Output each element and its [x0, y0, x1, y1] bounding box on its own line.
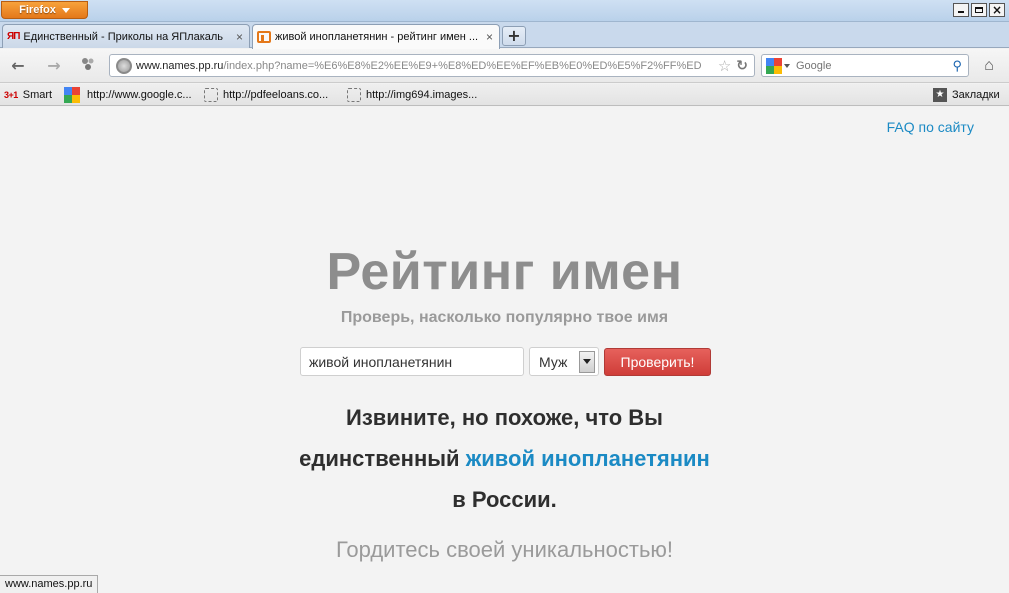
search-icon[interactable]: ⚲: [952, 58, 962, 74]
proud-message: Гордитесь своей уникальностью!: [335, 537, 674, 562]
bookmark-label: http://img694.images...: [366, 89, 478, 101]
minimize-button[interactable]: [953, 3, 969, 17]
result-name: живой инопланетянин: [465, 446, 710, 471]
bookmark-img694[interactable]: http://img694.images...: [347, 87, 477, 103]
tab-strip: ЯП Единственный - Приколы на ЯПлакаль × …: [0, 22, 1009, 49]
url-text: www.names.pp.ru/index.php?name=%E6%E8%E2…: [136, 60, 715, 72]
status-bar: www.names.pp.ru: [0, 575, 99, 593]
chevron-down-icon: [61, 7, 70, 13]
reload-icon[interactable]: ↻: [736, 58, 748, 74]
result-message: Извините, но похоже, что Вы единственный…: [0, 397, 1009, 520]
yaplakal-favicon-icon: ЯП: [7, 31, 20, 42]
google-icon: [64, 87, 80, 103]
smart-logo-icon: 3+1: [4, 90, 18, 100]
navigation-bar: ← → www.names.pp.ru/index.php?name=%E6%E…: [0, 49, 1009, 83]
globe-icon: [116, 57, 132, 74]
firefox-menu-button[interactable]: Firefox: [1, 1, 88, 19]
bookmarks-star-icon: ★: [933, 88, 947, 102]
bookmark-label: Smart: [22, 89, 53, 101]
bookmarks-bar: 3+1 Smart http://www.google.c... http://…: [0, 84, 1009, 106]
result-prefix: единственный: [299, 446, 460, 471]
bookmark-smart[interactable]: 3+1 Smart: [4, 87, 52, 103]
bookmark-label: http://www.google.c...: [87, 89, 192, 101]
tab-names[interactable]: живой инопланетянин - рейтинг имен ... ×: [252, 24, 500, 49]
firefox-menu-label: Firefox: [19, 4, 56, 16]
name-input[interactable]: [300, 347, 524, 376]
forward-arrow-icon[interactable]: →: [44, 56, 64, 76]
close-tab-icon[interactable]: ×: [486, 30, 493, 44]
extension-icon[interactable]: [78, 56, 98, 76]
gender-select[interactable]: Муж: [529, 347, 599, 376]
faq-link[interactable]: FAQ по сайту: [887, 119, 974, 135]
url-host: www.names.pp.ru: [136, 59, 224, 72]
new-tab-button[interactable]: +: [502, 26, 526, 46]
close-window-button[interactable]: ×: [989, 3, 1005, 17]
google-icon: [766, 57, 782, 74]
result-line-1: Извините, но похоже, что Вы: [346, 405, 663, 430]
address-bar[interactable]: www.names.pp.ru/index.php?name=%E6%E8%E2…: [109, 54, 755, 77]
bookmark-pdfeeloans[interactable]: http://pdfeeloans.co...: [204, 87, 328, 103]
window-controls: ×: [953, 3, 1005, 17]
name-check-form: Муж Проверить!: [300, 347, 711, 376]
page-title: Рейтинг имен: [326, 243, 683, 301]
page-icon: [204, 88, 218, 102]
result-line-2: единственный живой инопланетянин: [0, 438, 1009, 479]
bookmark-label: http://pdfeeloans.co...: [223, 89, 329, 101]
bookmark-star-icon[interactable]: ☆: [718, 57, 731, 75]
tab-label: живой инопланетянин - рейтинг имен ...: [275, 31, 479, 43]
bookmark-google[interactable]: http://www.google.c...: [60, 87, 192, 103]
search-bar[interactable]: ⚲: [761, 54, 969, 77]
back-arrow-icon[interactable]: ←: [8, 56, 28, 76]
url-path: /index.php?name=%E6%E8%E2%EE%E9+%E8%ED%E…: [223, 59, 702, 72]
search-engine-dropdown-icon[interactable]: [784, 63, 790, 68]
result-line-3: в России.: [452, 487, 557, 512]
search-input[interactable]: [796, 59, 953, 72]
tab-yaplakal[interactable]: ЯП Единственный - Приколы на ЯПлакаль ×: [2, 24, 250, 48]
window-titlebar: Firefox ×: [0, 0, 1009, 22]
tab-label: Единственный - Приколы на ЯПлакаль: [23, 30, 224, 43]
home-icon[interactable]: ⌂: [979, 56, 999, 76]
bookmarks-menu-label: Закладки: [952, 89, 1000, 101]
names-favicon-icon: [257, 31, 271, 43]
close-tab-icon[interactable]: ×: [236, 30, 243, 44]
bookmarks-menu[interactable]: ★ Закладки: [933, 87, 1000, 103]
page-content: FAQ по сайту Рейтинг имен Проверь, наско…: [0, 107, 1009, 593]
page-subtitle: Проверь, насколько популярно твое имя: [340, 309, 669, 326]
gender-value: Муж: [539, 353, 568, 370]
page-icon: [347, 88, 361, 102]
maximize-button[interactable]: [971, 3, 987, 17]
check-button[interactable]: Проверить!: [604, 347, 711, 376]
chevron-down-icon: [579, 350, 595, 373]
